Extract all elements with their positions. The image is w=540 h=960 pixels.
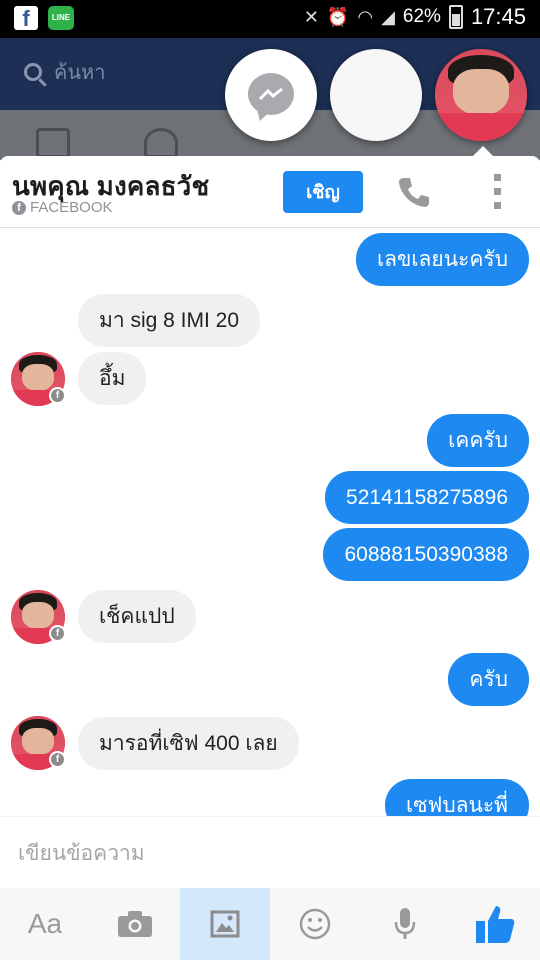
message-outgoing[interactable]: เลขเลยนะครับ — [355, 233, 529, 286]
clock: 17:45 — [470, 4, 526, 29]
thumbs-up-icon — [476, 906, 515, 943]
friends-icon — [144, 128, 178, 158]
facebook-icon: f — [12, 200, 26, 215]
message-outgoing[interactable]: 60888150390388 — [323, 528, 529, 581]
message-list[interactable]: เลขเลยนะครับ มา sig 8 IMI 20 อึ้ม f เคคร… — [0, 228, 540, 816]
search-icon — [24, 63, 42, 81]
phone-icon[interactable] — [396, 174, 432, 210]
gallery-icon — [210, 910, 240, 938]
emoji-icon — [299, 908, 331, 940]
alarm-icon: ⏰ — [326, 6, 350, 27]
wifi-icon: ◠ — [357, 6, 374, 27]
more-options-icon[interactable] — [487, 174, 507, 210]
facebook-badge-icon: f — [49, 387, 66, 404]
like-button[interactable] — [450, 888, 540, 960]
camera-icon — [118, 911, 152, 937]
battery-percent: 62% — [402, 6, 441, 27]
message-input[interactable] — [18, 839, 518, 869]
text-format-button[interactable]: Aa — [0, 888, 90, 960]
gallery-button[interactable] — [180, 888, 270, 960]
chat-header: นพคุณ มงคลธวัช f FACEBOOK เชิญ — [0, 156, 540, 228]
camera-button[interactable] — [90, 888, 180, 960]
empty-chat-head[interactable] — [330, 49, 422, 141]
message-composer — [0, 816, 540, 888]
background-search-placeholder: ค้นหา — [54, 62, 106, 84]
microphone-button[interactable] — [360, 888, 450, 960]
facebook-badge-icon: f — [49, 625, 66, 642]
message-incoming[interactable]: อึ้ม — [78, 352, 147, 405]
battery-icon — [448, 5, 463, 29]
emoji-button[interactable] — [270, 888, 360, 960]
message-outgoing[interactable]: 52141158275896 — [325, 471, 529, 524]
composer-toolbar: Aa — [0, 888, 540, 960]
text-format-icon: Aa — [27, 908, 63, 939]
message-incoming[interactable]: มา sig 8 IMI 20 — [78, 294, 261, 347]
message-incoming[interactable]: เช็คแปป — [78, 590, 196, 643]
status-bar: f LINE ✕ ⏰ ◠ ◢ 62% 17:45 — [0, 0, 540, 38]
invite-button[interactable]: เชิญ — [283, 171, 363, 213]
line-notification-icon: LINE — [48, 6, 74, 30]
chat-head-pointer — [473, 146, 493, 156]
message-outgoing[interactable]: เซฟบลนะพี่ — [385, 779, 529, 816]
contact-source-label: FACEBOOK — [30, 199, 113, 216]
contact-chat-head[interactable] — [435, 49, 527, 141]
mute-icon: ✕ — [303, 6, 319, 27]
facebook-notification-icon: f — [14, 6, 38, 31]
microphone-icon — [394, 908, 416, 939]
message-outgoing[interactable]: เคครับ — [427, 414, 529, 467]
messenger-chat-head[interactable] — [225, 49, 317, 141]
message-incoming[interactable]: มารอที่เซิฟ 400 เลย — [78, 717, 299, 770]
contact-source: f FACEBOOK — [12, 199, 113, 216]
chat-panel: นพคุณ มงคลธวัช f FACEBOOK เชิญ เลขเลยนะค… — [0, 156, 540, 960]
news-feed-icon — [36, 128, 70, 158]
signal-icon: ◢ — [381, 6, 395, 27]
facebook-badge-icon: f — [49, 751, 66, 768]
avatar — [435, 49, 527, 141]
message-outgoing[interactable]: ครับ — [448, 653, 529, 706]
